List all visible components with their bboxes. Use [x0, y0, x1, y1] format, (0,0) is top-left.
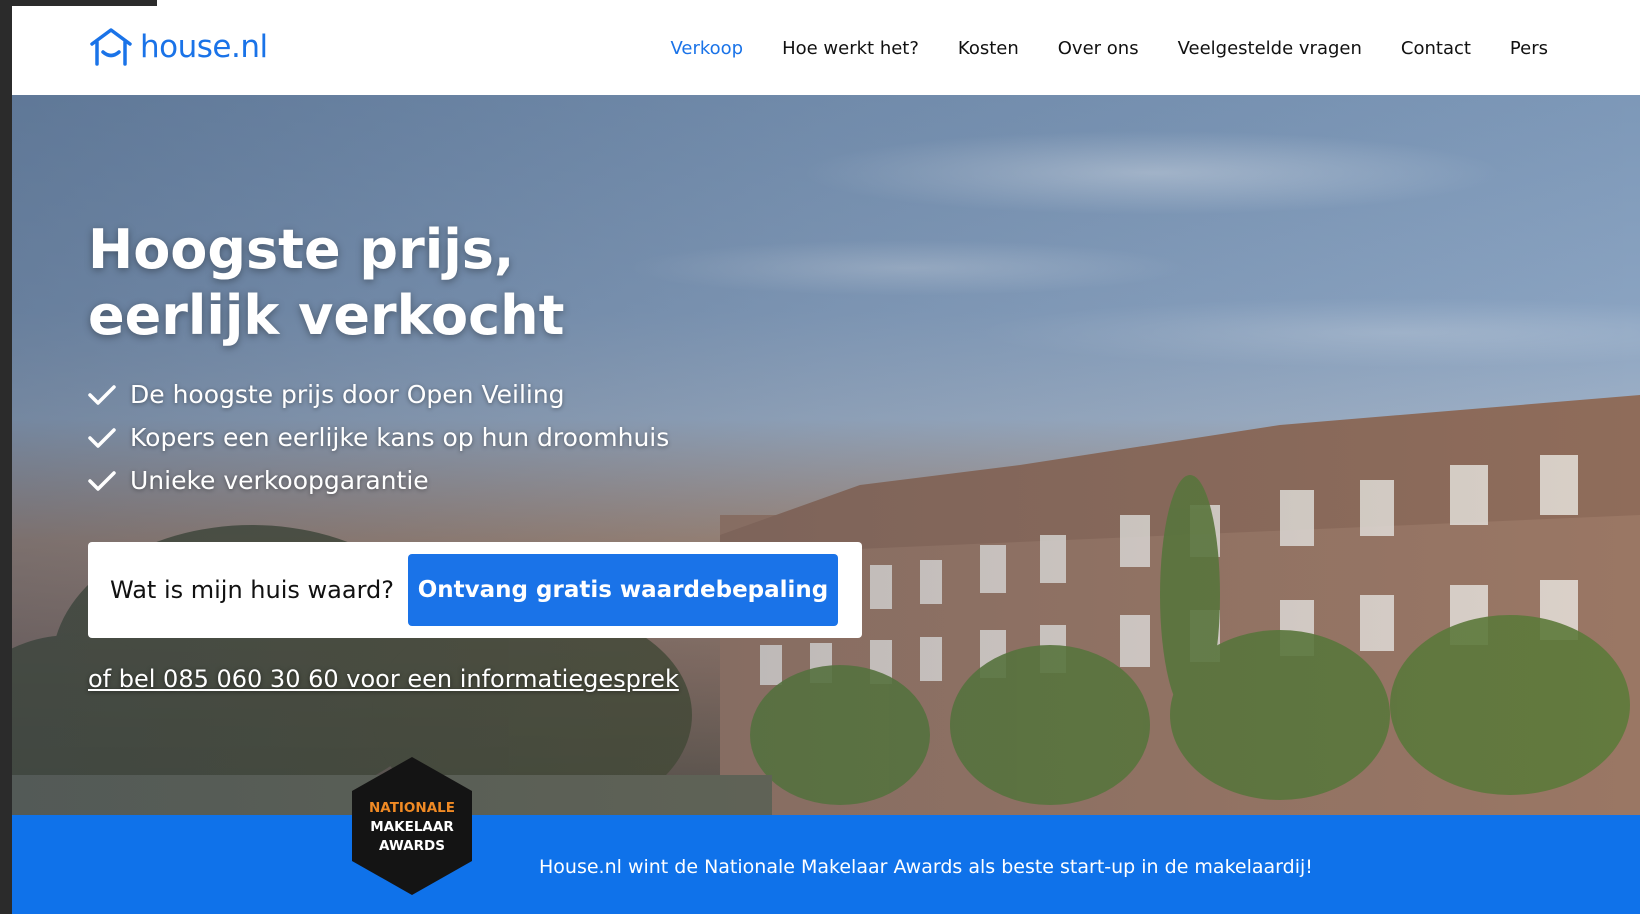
main-nav: Verkoop Hoe werkt het? Kosten Over ons V…	[670, 38, 1548, 59]
check-icon	[88, 470, 116, 491]
feature-item: De hoogste prijs door Open Veiling	[88, 373, 669, 416]
nav-item-pers[interactable]: Pers	[1510, 38, 1548, 59]
feature-text: De hoogste prijs door Open Veiling	[130, 380, 565, 409]
valuation-cta-box: Wat is mijn huis waard? Ontvang gratis w…	[88, 542, 862, 638]
hero-headline-line2: eerlijk verkocht	[88, 284, 565, 347]
award-badge-text: NATIONALE MAKELAAR AWARDS	[352, 799, 472, 856]
nav-item-veelgestelde-vragen[interactable]: Veelgestelde vragen	[1178, 38, 1362, 59]
nav-item-hoe-werkt-het[interactable]: Hoe werkt het?	[782, 38, 919, 59]
award-line3: AWARDS	[379, 838, 445, 854]
window-top-bar	[0, 0, 157, 6]
award-badge[interactable]: NATIONALE MAKELAAR AWARDS	[352, 757, 472, 895]
award-banner: House.nl wint de Nationale Makelaar Awar…	[12, 815, 1640, 914]
house-icon	[90, 28, 132, 66]
nav-item-kosten[interactable]: Kosten	[958, 38, 1019, 59]
award-banner-text[interactable]: House.nl wint de Nationale Makelaar Awar…	[539, 856, 1313, 878]
award-line1: NATIONALE	[369, 800, 455, 816]
award-line2: MAKELAAR	[370, 819, 454, 835]
feature-item: Unieke verkoopgarantie	[88, 459, 669, 502]
feature-text: Kopers een eerlijke kans op hun droomhui…	[130, 423, 670, 452]
feature-item: Kopers een eerlijke kans op hun droomhui…	[88, 416, 669, 459]
nav-item-over-ons[interactable]: Over ons	[1058, 38, 1139, 59]
logo-text: house.nl	[140, 29, 268, 65]
hero-headline-line1: Hoogste prijs,	[88, 218, 515, 281]
window-left-edge	[0, 0, 12, 914]
check-icon	[88, 384, 116, 405]
valuation-question: Wat is mijn huis waard?	[110, 576, 394, 604]
check-icon	[88, 427, 116, 448]
nav-item-verkoop[interactable]: Verkoop	[670, 38, 743, 59]
hero-section: Hoogste prijs, eerlijk verkocht De hoogs…	[12, 95, 1640, 815]
hero-headline: Hoogste prijs, eerlijk verkocht	[88, 217, 564, 349]
phone-call-link[interactable]: of bel 085 060 30 60 voor een informatie…	[88, 665, 679, 693]
logo[interactable]: house.nl	[88, 26, 268, 68]
free-valuation-button[interactable]: Ontvang gratis waardebepaling	[408, 554, 838, 626]
feature-text: Unieke verkoopgarantie	[130, 466, 429, 495]
page: house.nl Verkoop Hoe werkt het? Kosten O…	[12, 0, 1640, 914]
nav-item-contact[interactable]: Contact	[1401, 38, 1471, 59]
feature-list: De hoogste prijs door Open Veiling Koper…	[88, 373, 669, 502]
site-header: house.nl Verkoop Hoe werkt het? Kosten O…	[12, 0, 1640, 95]
